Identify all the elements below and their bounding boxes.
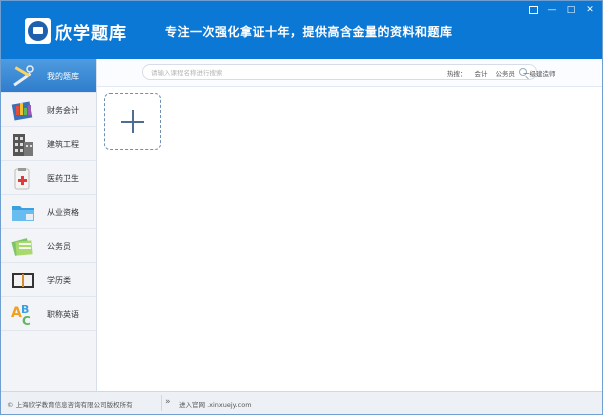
sidebar-item-my-question-bank[interactable]: 我的题库 — [1, 59, 96, 93]
sidebar-item-label: 医药卫生 — [47, 174, 79, 183]
sidebar-item-civil-servant[interactable]: 公务员 — [1, 229, 96, 263]
sidebar-item-academic[interactable]: 学历类 — [1, 263, 96, 297]
folder-icon — [12, 206, 34, 221]
logo — [25, 18, 51, 44]
hot-search-link[interactable]: 会计 — [475, 68, 488, 78]
restore-button[interactable] — [529, 6, 538, 14]
sidebar-item-label: 建筑工程 — [47, 140, 79, 149]
sidebar-item-label: 财务会计 — [47, 106, 79, 115]
sidebar-item-label: 从业资格 — [47, 208, 79, 217]
app-window: 欣学题库 专注一次强化拿证十年，提供高含金量的资料和题库 — □ ✕ 我的题库 — [0, 0, 603, 415]
search-toolbar: 热搜： 会计 公务员 一级建造师 — [97, 59, 602, 87]
copyright-text: © 上海欣学教育信息咨询有限公司版权所有 — [7, 401, 133, 409]
minimize-button[interactable]: — — [544, 4, 560, 16]
hot-search-link[interactable]: 一级建造师 — [523, 68, 556, 78]
question-bank-area — [97, 87, 602, 391]
medical-kit-icon — [14, 168, 30, 190]
window-controls: — □ ✕ — [526, 4, 598, 16]
svg-text:C: C — [22, 314, 31, 326]
sidebar-item-title-english[interactable]: A B C 职称英语 — [1, 297, 96, 331]
hot-label: 热搜： — [447, 70, 467, 78]
sidebar-item-label: 学历类 — [47, 276, 71, 285]
open-book-icon — [12, 273, 34, 288]
chevron-right-icon: » — [165, 397, 171, 407]
sidebar-item-medical[interactable]: 医药卫生 — [1, 161, 96, 195]
hot-searches: 热搜： 会计 公务员 一级建造师 — [447, 68, 556, 78]
sidebar-item-finance-accounting[interactable]: 财务会计 — [1, 93, 96, 127]
app-header: 欣学题库 专注一次强化拿证十年，提供高含金量的资料和题库 — □ ✕ — [1, 1, 602, 59]
maximize-button[interactable]: □ — [563, 4, 579, 16]
sidebar-item-qualification[interactable]: 从业资格 — [1, 195, 96, 229]
sidebar-item-label: 职称英语 — [47, 310, 79, 319]
wrench-pencil-icon — [13, 65, 34, 87]
slogan: 专注一次强化拿证十年，提供高含金量的资料和题库 — [165, 25, 453, 39]
building-icon — [13, 134, 33, 156]
footer-divider — [161, 395, 162, 411]
abc-letters-icon: A B C — [11, 303, 31, 326]
status-bar: © 上海欣学教育信息咨询有限公司版权所有 » 进入官网 .xinxuejy.co… — [1, 391, 602, 414]
add-question-bank-button[interactable] — [104, 93, 161, 150]
sidebar-item-construction[interactable]: 建筑工程 — [1, 127, 96, 161]
sidebar-item-label: 我的题库 — [47, 72, 79, 81]
official-site-link[interactable]: 进入官网 .xinxuejy.com — [179, 399, 252, 409]
hot-search-link[interactable]: 公务员 — [496, 68, 516, 78]
ledger-chart-icon — [11, 101, 33, 121]
documents-icon — [11, 238, 33, 256]
book-seal-logo-icon — [28, 21, 48, 41]
sidebar-item-label: 公务员 — [47, 242, 71, 251]
brand-name: 欣学题库 — [55, 24, 127, 44]
close-button[interactable]: ✕ — [582, 4, 598, 16]
category-sidebar: 我的题库 财务会计 建筑工程 医药卫生 从业资格 公务员 学历类 A B C 职… — [1, 59, 97, 391]
